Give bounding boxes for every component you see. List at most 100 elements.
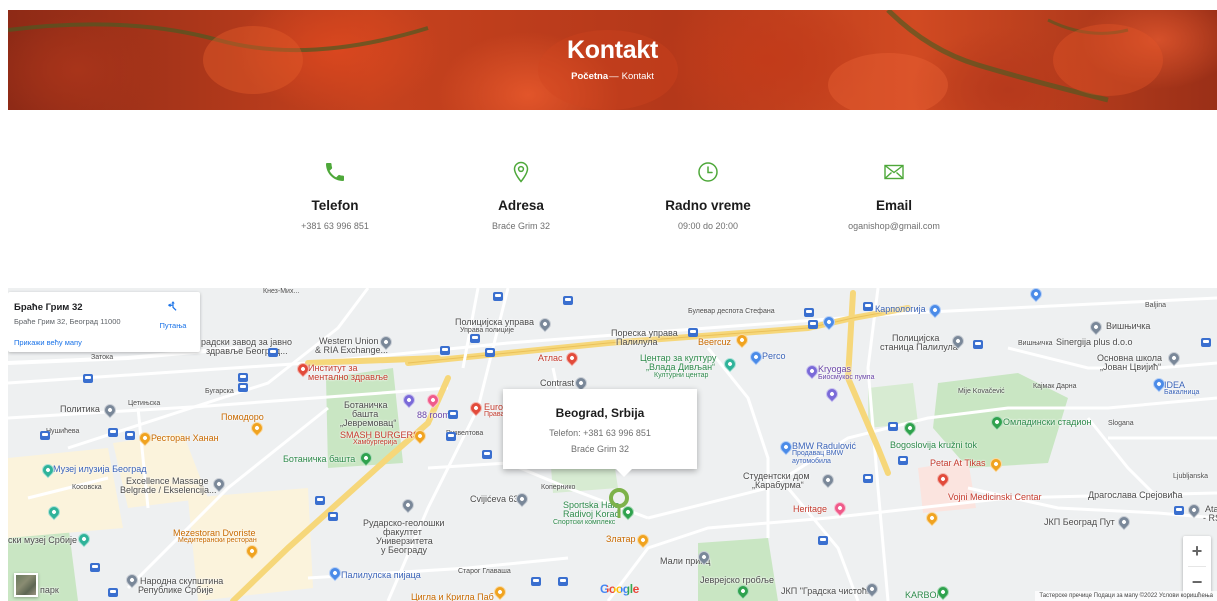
map-label: Палилулска пијаца — [341, 570, 421, 580]
transit-stop-icon[interactable] — [238, 373, 248, 382]
transit-stop-icon[interactable] — [863, 474, 873, 483]
info-window-address: Braće Grim 32 — [570, 444, 630, 454]
transit-stop-icon[interactable] — [470, 334, 480, 343]
transit-stop-icon[interactable] — [238, 383, 248, 392]
map-label: Belgrade / Ekselencija... — [120, 485, 217, 495]
google-logo: Google — [600, 582, 639, 596]
contact-item-address: Adresa Braće Grim 32 — [421, 160, 621, 231]
breadcrumb-separator: — — [609, 71, 619, 82]
map-label: Палилула — [616, 337, 658, 347]
breadcrumb-home-link[interactable]: Početna — [571, 71, 608, 82]
map-label: Cvijićeva 63 — [470, 494, 519, 504]
map-label: Културни центар — [654, 372, 709, 379]
transit-stop-icon[interactable] — [898, 456, 908, 465]
transit-stop-icon[interactable] — [485, 348, 495, 357]
map-label: Вишњичка — [1106, 321, 1151, 331]
map-label: „Карабурма“ — [752, 480, 804, 490]
map-footer[interactable]: Тастерске пречице Подаци за мапу ©2022 У… — [1035, 591, 1217, 601]
transit-stop-icon[interactable] — [482, 450, 492, 459]
transit-stop-icon[interactable] — [531, 577, 541, 586]
map-label: Драгослава Срејовића — [1088, 490, 1183, 500]
map-label: & RIA Exchange... — [315, 345, 389, 355]
map-label: Кајмак Дарна — [1033, 383, 1077, 390]
map-label: Политика — [60, 404, 100, 414]
contact-value: Braće Grim 32 — [491, 221, 551, 231]
satellite-toggle[interactable] — [14, 573, 38, 597]
transit-stop-icon[interactable] — [1201, 338, 1211, 347]
transit-stop-icon[interactable] — [125, 431, 135, 440]
place-name: Браће Грим 32 — [14, 302, 83, 313]
clock-icon — [698, 162, 718, 182]
map-label: Нушићева — [46, 428, 80, 435]
map-label: Управа полиције — [460, 327, 515, 334]
transit-stop-icon[interactable] — [973, 340, 983, 349]
map-label: Права — [484, 411, 505, 418]
transit-stop-icon[interactable] — [563, 296, 573, 305]
zoom-in-button[interactable]: + — [1183, 536, 1211, 566]
map-label: Копернико — [541, 484, 576, 491]
map-label: Heritage — [793, 504, 828, 514]
page-title: Kontakt — [567, 36, 658, 64]
map-label: Медитерански ресторан — [178, 537, 257, 544]
contact-label: Radno vreme — [665, 198, 751, 213]
transit-stop-icon[interactable] — [446, 432, 456, 441]
map-label: Републике Србије — [138, 585, 214, 595]
breadcrumb: Početna— Kontakt — [8, 71, 1217, 82]
map-label: Јеврејско гробље — [700, 575, 774, 585]
transit-stop-icon[interactable] — [328, 512, 338, 521]
location-marker-icon[interactable] — [608, 488, 630, 518]
transit-stop-icon[interactable] — [808, 320, 818, 329]
map-label: Помодоро — [221, 412, 264, 422]
map-label: Sinergija plus d.o.o — [1056, 337, 1133, 347]
transit-stop-icon[interactable] — [688, 328, 698, 337]
map-label: „Јован Цвијић“ — [1100, 362, 1162, 372]
transit-stop-icon[interactable] — [315, 496, 325, 505]
map-label: Старог Главаша — [458, 568, 511, 575]
map-label: Вишњичка — [1018, 340, 1053, 347]
transit-stop-icon[interactable] — [558, 577, 568, 586]
transit-stop-icon[interactable] — [440, 346, 450, 355]
directions-button[interactable]: Путања — [158, 300, 188, 330]
transit-stop-icon[interactable] — [448, 410, 458, 419]
map-label: Ботаничка башта — [283, 454, 356, 464]
map-label: Затока — [91, 354, 114, 361]
map-label: Beercuz — [698, 337, 732, 347]
map-label: Mije Kovačević — [958, 388, 1005, 395]
map-label: Биосмукос пумпа — [818, 374, 875, 381]
directions-icon — [168, 301, 177, 311]
google-logo-text: Google — [600, 582, 639, 596]
contact-label: Adresa — [498, 198, 544, 213]
map-label: Цигла и Кригла Паб — [411, 592, 494, 601]
map-label: Хамбургерија — [353, 439, 398, 446]
transit-stop-icon[interactable] — [268, 348, 278, 357]
transit-stop-icon[interactable] — [108, 428, 118, 437]
place-address: Браће Грим 32, Београд 11000 — [14, 317, 121, 326]
transit-stop-icon[interactable] — [1174, 506, 1184, 515]
map-label: Косовска — [72, 484, 102, 491]
map-label: Полицијска управа — [455, 317, 534, 327]
phone-icon — [326, 163, 344, 181]
transit-stop-icon[interactable] — [40, 431, 50, 440]
transit-stop-icon[interactable] — [818, 536, 828, 545]
transit-stop-icon[interactable] — [863, 302, 873, 311]
map-info-window: Beograd, Srbija Telefon: +381 63 996 851… — [503, 389, 697, 477]
map-label: Музеј илузија Београд — [53, 464, 147, 474]
map-label: „Влада Дивљан“ — [646, 362, 716, 372]
transit-stop-icon[interactable] — [888, 422, 898, 431]
google-map[interactable]: Кнез-Мих... радски завод за јавно здрављ… — [8, 288, 1217, 601]
envelope-icon — [884, 164, 904, 180]
map-label: Бакалница — [1164, 389, 1200, 396]
transit-stop-icon[interactable] — [493, 292, 503, 301]
transit-stop-icon[interactable] — [83, 374, 93, 383]
map-label: ЈКП Београд Пут — [1044, 517, 1115, 527]
map-label: у Београду — [381, 545, 427, 555]
map-label: Продавац BMW — [792, 450, 844, 457]
transit-stop-icon[interactable] — [108, 588, 118, 597]
map-label: Кнез-Мих... — [263, 288, 300, 295]
view-larger-map-link[interactable]: Прикажи већу мапу — [14, 338, 82, 347]
transit-stop-icon[interactable] — [90, 563, 100, 572]
contact-value[interactable]: oganishop@gmail.com — [794, 221, 994, 231]
map-label: аутомобила — [792, 458, 831, 465]
map-label: ЈКП "Градска чистоћа" — [781, 586, 876, 596]
transit-stop-icon[interactable] — [804, 308, 814, 317]
